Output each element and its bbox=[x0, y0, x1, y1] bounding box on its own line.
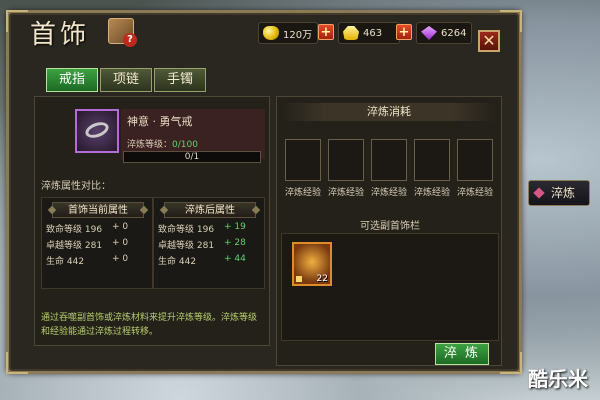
item-name: 神意 · 勇气戒 bbox=[127, 115, 193, 128]
help-scroll-icon[interactable]: ? bbox=[108, 18, 137, 47]
attr-row: 生命 442 + 0 bbox=[46, 254, 152, 268]
panel-corner bbox=[500, 352, 522, 374]
refine-button[interactable]: 淬 炼 bbox=[435, 343, 489, 365]
refine-level-label: 淬炼等级： bbox=[127, 140, 173, 150]
ingot-counter: 463 bbox=[338, 22, 400, 44]
attr-increment: + 28 bbox=[224, 238, 246, 248]
material-slot[interactable] bbox=[285, 139, 321, 181]
gem-amount: 6264 bbox=[441, 27, 467, 39]
refine-level-value: 0/100 bbox=[172, 140, 198, 150]
consume-head: 淬炼消耗 bbox=[281, 103, 497, 121]
panel-corner bbox=[500, 10, 522, 32]
gold-coin-icon bbox=[263, 26, 279, 40]
secondary-jewelry-head: 可选副首饰栏 bbox=[360, 221, 420, 232]
add-ingot-button[interactable]: + bbox=[396, 24, 412, 40]
jewelry-tabs: 戒指 项链 手镯 bbox=[46, 68, 206, 92]
gem-icon bbox=[421, 26, 437, 40]
attr-row: 致命等级 196 + 19 bbox=[158, 222, 264, 236]
panel-corner bbox=[6, 10, 28, 32]
item-detail-section: 神意 · 勇气戒 淬炼等级：0/100 0/1 淬炼属性对比： 首饰当前属性 致… bbox=[34, 96, 270, 346]
add-gold-button[interactable]: + bbox=[318, 24, 334, 40]
secondary-jewelry-bag: 22 bbox=[281, 233, 499, 341]
attr-name: 卓越等级 281 bbox=[158, 241, 215, 251]
attr-name: 致命等级 196 bbox=[158, 225, 215, 235]
attr-increment: + 19 bbox=[224, 222, 246, 232]
slot-label: 淬炼经验 bbox=[370, 188, 407, 198]
current-attributes-head: 首饰当前属性 bbox=[52, 202, 144, 218]
ingot-amount: 463 bbox=[363, 27, 383, 39]
material-slot[interactable] bbox=[328, 139, 364, 181]
slot-label: 淬炼经验 bbox=[327, 188, 364, 198]
attr-row: 卓越等级 281 + 0 bbox=[46, 238, 152, 252]
tab-necklace[interactable]: 项链 bbox=[100, 68, 152, 92]
close-button[interactable]: ✕ bbox=[478, 30, 500, 52]
attr-row: 致命等级 196 + 0 bbox=[46, 222, 152, 236]
gold-counter: 120万 bbox=[258, 22, 318, 44]
item-count: 22 bbox=[316, 274, 328, 284]
question-icon: ? bbox=[123, 33, 137, 47]
attr-name: 致命等级 196 bbox=[46, 225, 103, 235]
refine-progress-bar: 0/1 bbox=[123, 151, 261, 163]
ring-icon bbox=[83, 119, 111, 141]
refine-hint-text: 通过吞噬副首饰或淬炼材料来提升淬炼等级。淬炼等级和经验能通过淬炼过程转移。 bbox=[41, 313, 258, 337]
ingot-icon bbox=[343, 26, 359, 40]
attr-increment: + 0 bbox=[112, 254, 129, 264]
attr-row: 卓越等级 281 + 28 bbox=[158, 238, 264, 252]
panel-corner bbox=[6, 352, 28, 374]
gold-amount: 120万 bbox=[283, 29, 313, 41]
compare-title: 淬炼属性对比： bbox=[41, 181, 111, 192]
material-slot[interactable] bbox=[414, 139, 450, 181]
ring-item-slot[interactable] bbox=[75, 109, 119, 153]
material-slot[interactable] bbox=[371, 139, 407, 181]
refine-level: 淬炼等级：0/100 bbox=[127, 137, 198, 150]
tab-bracelet[interactable]: 手镯 bbox=[154, 68, 206, 92]
attr-name: 生命 442 bbox=[158, 257, 197, 267]
panel-title: 首饰 bbox=[30, 20, 91, 50]
attr-name: 生命 442 bbox=[46, 257, 85, 267]
watermark-logo: 酷乐米 bbox=[528, 367, 588, 391]
current-attributes-box: 首饰当前属性 致命等级 196 + 0 卓越等级 281 + 0 生命 442 … bbox=[41, 197, 153, 289]
attr-increment: + 44 bbox=[224, 254, 246, 264]
gem-counter: 6264 bbox=[416, 22, 472, 44]
side-tab-refine[interactable]: 淬炼 bbox=[528, 180, 590, 206]
attr-name: 卓越等级 281 bbox=[46, 241, 103, 251]
slot-label: 淬炼经验 bbox=[456, 188, 493, 198]
after-attributes-box: 淬炼后属性 致命等级 196 + 19 卓越等级 281 + 28 生命 442… bbox=[153, 197, 265, 289]
bag-item[interactable]: 22 bbox=[292, 242, 332, 286]
after-attributes-head: 淬炼后属性 bbox=[164, 202, 256, 218]
refine-cost-section: 淬炼消耗 淬炼经验 淬炼经验 淬炼经验 淬炼经验 淬炼经验 可选副首饰栏 22 … bbox=[276, 96, 502, 366]
attr-increment: + 0 bbox=[112, 222, 129, 232]
attr-row: 生命 442 + 44 bbox=[158, 254, 264, 268]
tab-ring[interactable]: 戒指 bbox=[46, 68, 98, 92]
material-slot[interactable] bbox=[457, 139, 493, 181]
slot-label: 淬炼经验 bbox=[413, 188, 450, 198]
lock-icon bbox=[296, 276, 302, 282]
slot-label: 淬炼经验 bbox=[284, 188, 321, 198]
attr-increment: + 0 bbox=[112, 238, 129, 248]
